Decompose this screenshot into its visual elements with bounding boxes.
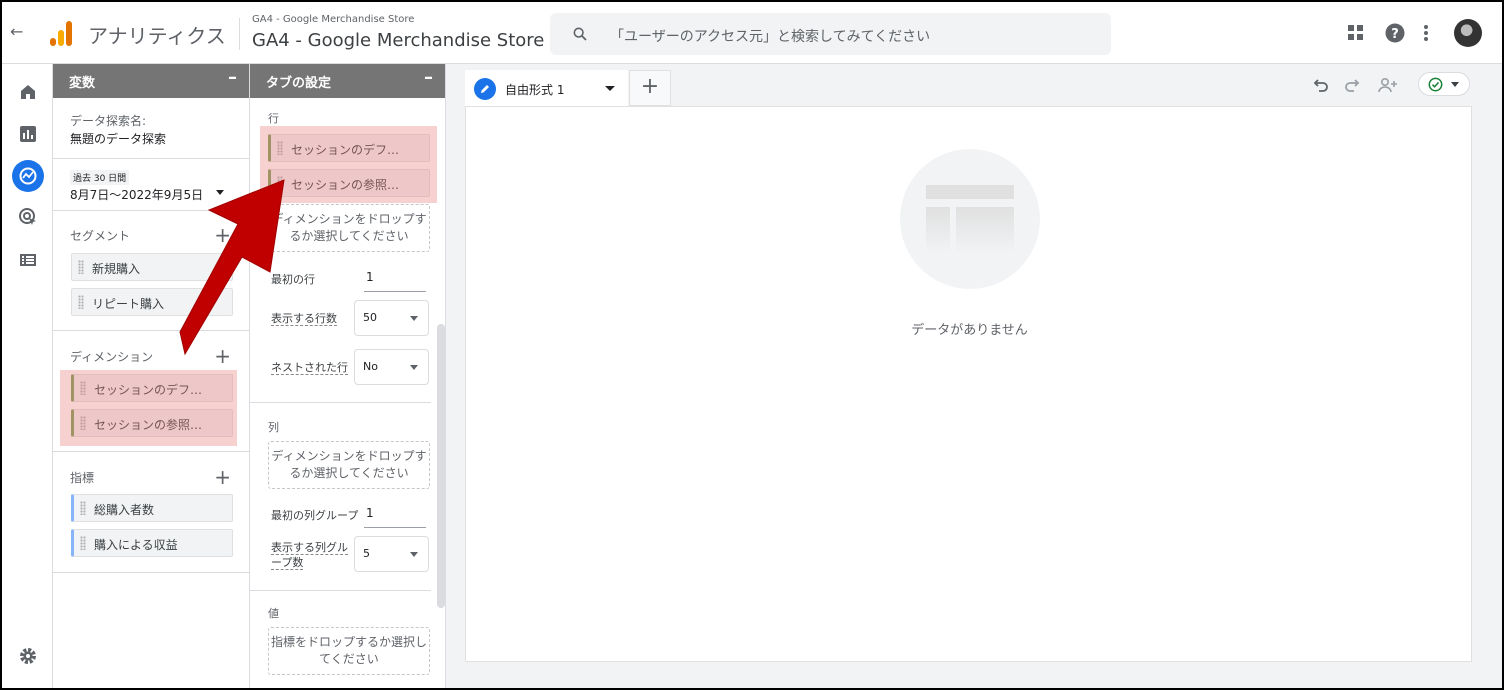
help-icon[interactable]: ? [1385,23,1405,43]
drag-handle-icon[interactable] [78,295,84,309]
segment-chip-label: リピート購入 [92,297,165,311]
dimensions-highlight [60,370,237,446]
columns-label: 列 [268,421,279,434]
variables-panel-header: 変数 – [53,64,249,98]
metric-chip[interactable]: 購入による収益 [71,529,233,557]
dropdown-caret-icon [410,365,418,370]
tab-settings-scrollbar[interactable] [437,324,445,608]
add-metric-icon[interactable]: + [214,467,231,487]
date-range-value: 8月7日～2022年9月5日 [70,188,204,202]
section-divider [250,402,431,403]
metrics-section: 指標 + 総購入者数 購入による収益 [53,452,249,573]
add-dimension-icon[interactable]: + [214,346,231,366]
exploration-canvas: データがありません [465,106,1472,662]
nested-rows-select[interactable]: No [354,349,429,385]
dropdown-caret-icon [410,316,418,321]
segment-chip[interactable]: リピート購入 [71,288,233,316]
segments-label: セグメント [70,229,131,243]
drag-handle-icon[interactable] [80,536,86,550]
segment-chip-label: 新規購入 [92,262,141,276]
values-label: 値 [268,607,279,620]
property-account-label[interactable]: GA4 - Google Merchandise Store [252,14,414,25]
show-rows-label: 表示する行数 [271,312,337,326]
drag-handle-icon[interactable] [78,260,84,274]
segment-chip[interactable]: 新規購入 [71,253,233,281]
analytics-logo [48,20,74,46]
dropdown-caret-icon [410,552,418,557]
app-name: アナリティクス [88,24,226,48]
tab-freeform-1[interactable]: 自由形式 1 [465,70,628,106]
exploration-name-section: データ探索名: 無題のデータ探索 [53,98,249,159]
arrow-back-icon[interactable]: ← [10,22,23,41]
date-dropdown-icon[interactable] [216,190,224,195]
section-divider [250,590,431,591]
search-placeholder: 「ユーザーのアクセス元」と検索してみてください [610,29,931,45]
rows-label: 行 [268,112,279,125]
first-row-label: 最初の行 [271,273,315,286]
nested-rows-value: No [363,360,378,373]
settings-icon[interactable] [18,646,38,666]
date-range-badge: 過去 30 日間 [70,170,130,185]
screenshot-frame: ← アナリティクス GA4 - Google Merchandise Store… [0,0,1504,690]
date-range-section[interactable]: 過去 30 日間 8月7日～2022年9月5日 [53,159,249,211]
left-nav-rail [2,64,53,688]
show-col-groups-value: 5 [363,547,370,560]
metric-chip[interactable]: 総購入者数 [71,494,233,522]
metric-chip-label: 総購入者数 [94,503,155,517]
exploration-name-label: データ探索名: [70,114,147,128]
rows-highlight [260,126,437,203]
top-bar: ← アナリティクス GA4 - Google Merchandise Store… [2,2,1502,64]
show-rows-select[interactable]: 50 [354,300,429,336]
tab-settings-header: タブの設定 – [250,64,445,98]
first-col-group-label: 最初の列グループ [271,509,359,522]
show-col-groups-select[interactable]: 5 [354,536,429,572]
tab-settings-title: タブの設定 [266,76,332,91]
edit-pencil-icon [474,78,496,100]
show-rows-value: 50 [363,311,377,324]
save-status-button[interactable] [1418,72,1470,96]
empty-state-text: データがありません [911,323,1028,338]
dimensions-label: ディメンション [70,350,154,364]
minimize-tab-settings-icon[interactable]: – [424,67,433,88]
check-circle-icon [1428,77,1443,92]
row-drop-zone[interactable]: ディメンションをドロップするか選択してください [268,204,430,252]
exploration-name-value[interactable]: 無題のデータ探索 [70,130,166,147]
show-col-groups-label: 表示する列グループ数 [271,541,348,570]
minimize-variables-icon[interactable]: – [228,67,237,88]
svg-text:?: ? [1391,27,1399,42]
explore-icon [19,167,37,185]
chevron-down-icon [1451,82,1459,87]
more-vert-icon[interactable] [1422,24,1430,42]
configure-icon[interactable] [18,250,38,270]
search-bar[interactable]: 「ユーザーのアクセス元」と検索してみてください [550,13,1111,55]
apps-grid-icon[interactable] [1347,24,1365,42]
metrics-label: 指標 [70,471,95,485]
add-segment-icon[interactable]: + [214,225,231,245]
nested-rows-label: ネストされた行 [271,361,348,375]
search-icon [573,27,587,41]
first-col-group-input[interactable]: 1 [364,502,426,528]
redo-icon[interactable] [1343,76,1361,94]
share-icon[interactable] [1377,76,1399,94]
column-drop-zone[interactable]: ディメンションをドロップするか選択してください [268,441,430,489]
tab-dropdown-icon[interactable] [605,86,615,91]
metric-drop-zone[interactable]: 指標をドロップするか選択してください [268,627,430,675]
home-icon[interactable] [18,82,38,102]
drag-handle-icon[interactable] [80,501,86,515]
reports-icon[interactable] [18,124,38,144]
avatar[interactable] [1454,19,1482,47]
undo-icon[interactable] [1312,76,1330,94]
explore-nav-active[interactable] [12,160,44,192]
header-divider [239,18,240,50]
segments-section: セグメント + 新規購入 リピート購入 [53,211,249,331]
first-row-input[interactable]: 1 [364,266,426,292]
advertising-icon[interactable] [18,207,38,227]
metric-chip-label: 購入による収益 [94,538,178,552]
empty-state-illustration [900,149,1040,289]
add-tab-button[interactable]: + [629,70,671,106]
tab-label: 自由形式 1 [505,83,565,97]
variables-title: 変数 [69,76,96,91]
property-selector[interactable]: GA4 - Google Merchandise Store [252,30,544,51]
